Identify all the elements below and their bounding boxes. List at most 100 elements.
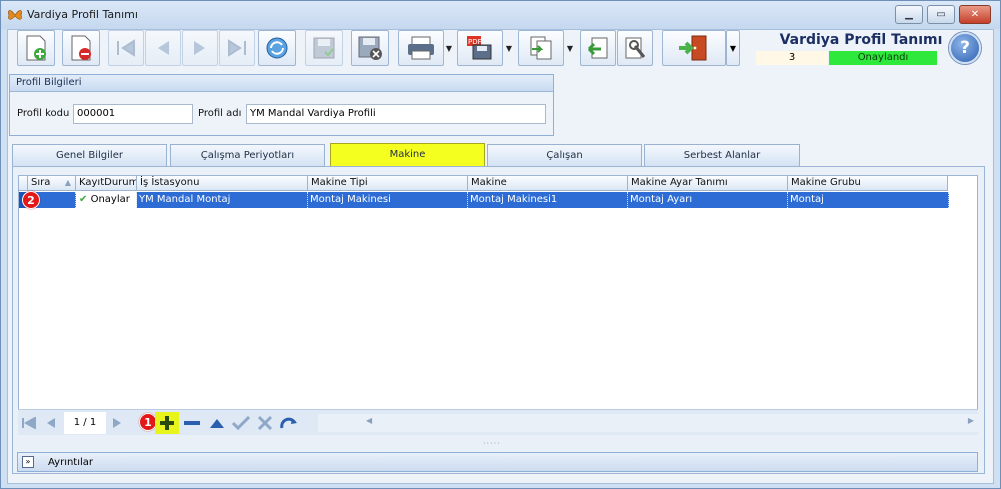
cancel-save-button[interactable] bbox=[351, 30, 389, 66]
record-count: 3 bbox=[756, 51, 828, 65]
check-icon: ✔ bbox=[79, 194, 88, 205]
minus-icon bbox=[184, 421, 200, 425]
window-title: Vardiya Profil Tanımı bbox=[27, 8, 138, 21]
nav-delete-button[interactable] bbox=[183, 414, 201, 432]
status-badge: Onaylandı bbox=[829, 51, 937, 65]
previous-icon bbox=[47, 418, 55, 428]
makine-tab-page: Sıra ▲ KayıtDurum İş İstasyonu Makine Tip… bbox=[12, 166, 985, 474]
profile-name-input[interactable]: YM Mandal Vardiya Profili bbox=[246, 104, 546, 124]
column-header-makine-grubu[interactable]: Makine Grubu bbox=[788, 176, 948, 191]
triangle-up-icon bbox=[210, 419, 224, 428]
profile-code-input[interactable]: 000001 bbox=[73, 104, 193, 124]
delete-record-button[interactable] bbox=[62, 30, 100, 66]
back-button[interactable] bbox=[580, 30, 616, 66]
annotation-badge-2: 2 bbox=[22, 191, 40, 209]
details-panel-header[interactable]: » Ayrıntılar bbox=[17, 452, 978, 472]
new-document-icon bbox=[26, 35, 46, 61]
exit-button[interactable] bbox=[662, 30, 726, 66]
tab-genel-bilgiler[interactable]: Genel Bilgiler bbox=[12, 144, 167, 166]
close-button[interactable]: ✕ bbox=[959, 5, 991, 24]
tab-calisma-periyotlari[interactable]: Çalışma Periyotları bbox=[170, 144, 325, 166]
save-icon bbox=[313, 37, 335, 59]
splitter-grip-icon[interactable]: ····· bbox=[483, 439, 501, 448]
nav-next-button[interactable] bbox=[108, 414, 126, 432]
cell-makine[interactable]: Montaj Makinesi1 bbox=[468, 192, 628, 208]
minimize-button[interactable]: ▁ bbox=[895, 5, 923, 24]
pdf-icon: PDF bbox=[467, 36, 492, 60]
settings-button[interactable] bbox=[617, 30, 653, 66]
tab-makine[interactable]: Makine bbox=[330, 143, 485, 167]
printer-icon bbox=[408, 36, 434, 60]
column-header-makine-ayar[interactable]: Makine Ayar Tanımı bbox=[628, 176, 788, 191]
horizontal-scrollbar[interactable]: ◀ ▶ bbox=[318, 414, 978, 432]
save-button[interactable] bbox=[305, 30, 343, 66]
profile-name-label: Profil adı bbox=[198, 108, 242, 119]
nav-first-button[interactable] bbox=[20, 414, 38, 432]
next-icon bbox=[194, 41, 205, 55]
tab-serbest-alanlar[interactable]: Serbest Alanlar bbox=[644, 144, 800, 166]
expand-chevron-icon[interactable]: » bbox=[22, 456, 34, 468]
transfer-dropdown-arrow[interactable]: ▼ bbox=[564, 30, 576, 66]
discard-icon bbox=[358, 36, 382, 60]
next-record-button[interactable] bbox=[182, 30, 218, 66]
column-header-makine-tipi[interactable]: Makine Tipi bbox=[308, 176, 468, 191]
column-header-is-istasyonu[interactable]: İş İstasyonu bbox=[137, 176, 308, 191]
scroll-left-icon: ◀ bbox=[366, 416, 373, 425]
form-title: Vardiya Profil Tanımı bbox=[779, 32, 943, 48]
nav-refresh-button[interactable] bbox=[280, 414, 298, 432]
first-icon bbox=[22, 417, 36, 429]
exit-dropdown-arrow[interactable]: ▼ bbox=[726, 30, 740, 66]
exit-door-icon bbox=[679, 35, 707, 61]
nav-move-up-button[interactable] bbox=[208, 414, 226, 432]
plus-icon bbox=[160, 416, 174, 430]
back-document-icon bbox=[587, 37, 608, 59]
column-header-makine[interactable]: Makine bbox=[468, 176, 628, 191]
transfer-icon bbox=[530, 36, 552, 60]
refresh-button[interactable] bbox=[258, 30, 296, 66]
new-record-button[interactable] bbox=[17, 30, 55, 66]
sort-ascending-icon: ▲ bbox=[64, 178, 71, 187]
details-label: Ayrıntılar bbox=[48, 457, 94, 468]
maximize-button[interactable]: ▭ bbox=[927, 5, 955, 24]
cell-kayitdurum[interactable]: ✔ Onaylar bbox=[76, 192, 137, 208]
title-bar: Vardiya Profil Tanımı ▁ ▭ ✕ bbox=[1, 1, 1000, 29]
transfer-button[interactable] bbox=[518, 30, 564, 66]
help-button[interactable]: ? bbox=[949, 32, 981, 64]
wrench-icon bbox=[625, 37, 646, 59]
delete-document-icon bbox=[71, 35, 91, 61]
column-header-sira[interactable]: Sıra ▲ bbox=[28, 176, 76, 191]
pdf-dropdown-arrow[interactable]: ▼ bbox=[503, 30, 515, 66]
cell-is-istasyonu[interactable]: YM Mandal Montaj bbox=[137, 192, 308, 208]
redo-icon bbox=[280, 417, 297, 429]
print-button[interactable] bbox=[398, 30, 444, 66]
first-icon bbox=[117, 39, 135, 57]
cell-makine-grubu[interactable]: Montaj bbox=[788, 192, 949, 208]
nav-page-indicator: 1 / 1 bbox=[64, 412, 106, 434]
main-window: Vardiya Profil Tanımı ▁ ▭ ✕ ▼ PDF ▼ ▼ ▼ … bbox=[0, 0, 1001, 489]
tab-calisan[interactable]: Çalışan bbox=[487, 144, 642, 166]
checkmark-icon bbox=[232, 416, 250, 430]
cell-makine-tipi[interactable]: Montaj Makinesi bbox=[308, 192, 468, 208]
first-record-button[interactable] bbox=[108, 30, 144, 66]
export-pdf-button[interactable]: PDF bbox=[457, 30, 503, 66]
profile-code-label: Profil kodu bbox=[17, 108, 70, 119]
previous-icon bbox=[158, 41, 169, 55]
grid-navigator: 1 / 1 1 ◀ ▶ bbox=[18, 409, 978, 435]
form-client: ▼ PDF ▼ ▼ ▼ Vardiya Profil Tanımı 3 Onay… bbox=[7, 29, 994, 484]
previous-record-button[interactable] bbox=[145, 30, 181, 66]
nav-confirm-button[interactable] bbox=[232, 414, 250, 432]
cell-makine-ayar[interactable]: Montaj Ayarı bbox=[628, 192, 788, 208]
refresh-icon bbox=[266, 37, 288, 59]
table-row[interactable]: ✔ Onaylar YM Mandal Montaj Montaj Makine… bbox=[19, 192, 949, 208]
nav-cancel-button[interactable] bbox=[256, 414, 274, 432]
profile-panel-caption: Profil Bilgileri bbox=[10, 75, 553, 92]
nav-add-button[interactable] bbox=[155, 412, 179, 434]
machine-grid: Sıra ▲ KayıtDurum İş İstasyonu Makine Tip… bbox=[18, 175, 978, 435]
column-header-kayitdurum[interactable]: KayıtDurum bbox=[76, 176, 137, 191]
scroll-right-icon: ▶ bbox=[967, 416, 974, 425]
nav-previous-button[interactable] bbox=[42, 414, 60, 432]
print-dropdown-arrow[interactable]: ▼ bbox=[443, 30, 455, 66]
row-indicator-header bbox=[19, 176, 28, 191]
last-record-button[interactable] bbox=[219, 30, 255, 66]
next-icon bbox=[113, 418, 121, 428]
